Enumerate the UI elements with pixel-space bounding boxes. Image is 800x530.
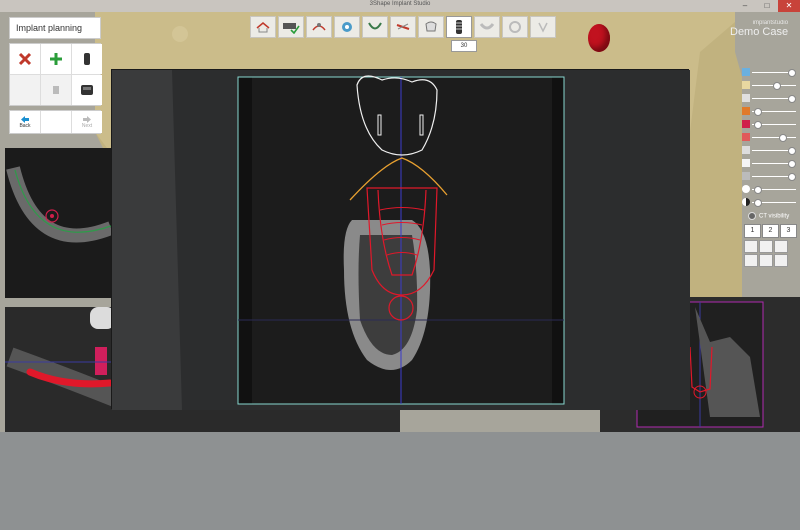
slider-track xyxy=(752,137,796,138)
layout-cube-icon[interactable] xyxy=(759,240,773,253)
maximize-button[interactable]: □ xyxy=(756,0,778,12)
slider-knob[interactable] xyxy=(788,160,797,168)
slider-knob[interactable] xyxy=(788,69,797,77)
marker-sphere[interactable] xyxy=(588,24,610,52)
view-tab-2[interactable]: 2 xyxy=(762,224,779,238)
home-icon[interactable] xyxy=(250,16,276,38)
next-label: Next xyxy=(81,122,93,129)
slider-scan[interactable] xyxy=(738,66,798,79)
workflow-toolbar xyxy=(250,16,556,38)
app-name: implantstudio xyxy=(752,20,789,26)
slider-knob[interactable] xyxy=(753,186,762,194)
slider-jaw[interactable] xyxy=(738,144,798,157)
crown-design-icon[interactable] xyxy=(390,16,416,38)
ct-icon xyxy=(742,133,750,141)
crown-icon xyxy=(742,94,750,102)
sleeve-icon xyxy=(742,120,750,128)
slider-knob[interactable] xyxy=(788,147,797,155)
empty-icon xyxy=(10,75,40,105)
slider-tooth[interactable] xyxy=(738,79,798,92)
slider-knob[interactable] xyxy=(788,95,797,103)
delete-icon[interactable] xyxy=(10,44,40,74)
sleeve-icon[interactable] xyxy=(502,16,528,38)
tooth-icon xyxy=(742,81,750,89)
close-button[interactable]: ✕ xyxy=(778,0,800,12)
add-implant-icon[interactable] xyxy=(41,44,71,74)
slider-knob[interactable] xyxy=(788,173,797,181)
bottom-area xyxy=(0,432,800,530)
jaw-icon xyxy=(742,146,750,154)
contrast-icon xyxy=(742,198,750,206)
case-label: Demo Case xyxy=(730,26,789,38)
layout-cube-icon[interactable] xyxy=(774,240,788,253)
layout-cube-icon[interactable] xyxy=(744,254,758,267)
jaw-icon[interactable] xyxy=(362,16,388,38)
toolbar-tooltip: 30 xyxy=(451,40,477,52)
brightness-icon xyxy=(742,185,750,193)
slider-knob[interactable] xyxy=(753,121,762,129)
slider-contrast[interactable] xyxy=(738,196,798,209)
tooltip-value: 30 xyxy=(460,43,468,49)
next-button[interactable]: Next xyxy=(72,111,102,133)
nerve-icon[interactable] xyxy=(306,16,332,38)
slider-knob[interactable] xyxy=(778,134,787,142)
abutment-icon[interactable] xyxy=(41,75,71,105)
tooth-outline-icon xyxy=(742,159,750,167)
panoramic-view[interactable] xyxy=(5,148,114,298)
layout-cube-icon[interactable] xyxy=(744,240,758,253)
layout-cube-icon[interactable] xyxy=(774,254,788,267)
view-tab-1[interactable]: 1 xyxy=(744,224,761,238)
case-info: implantstudio Demo Case xyxy=(730,20,788,38)
nav-spacer xyxy=(41,111,71,133)
back-label: Back xyxy=(19,122,31,129)
slider-nerve[interactable] xyxy=(738,170,798,183)
implant-planning-panel: Implant planning Back Next xyxy=(9,17,102,134)
tool-grid xyxy=(9,43,102,106)
implant-icon xyxy=(742,107,750,115)
minimize-button[interactable]: – xyxy=(734,0,756,12)
slider-ct[interactable] xyxy=(738,131,798,144)
slider-sleeve[interactable] xyxy=(738,118,798,131)
layout-buttons xyxy=(744,240,788,267)
implant-icon[interactable] xyxy=(446,16,472,38)
export-icon[interactable] xyxy=(530,16,556,38)
layout-cube-icon[interactable] xyxy=(759,254,773,267)
slider-knob[interactable] xyxy=(753,108,762,116)
guide-icon[interactable] xyxy=(474,16,500,38)
scan-icon xyxy=(742,68,750,76)
ct-visibility-toggle[interactable]: CT visibility xyxy=(748,212,789,220)
view-tabs: 1 2 3 xyxy=(744,224,797,238)
main-ct-view[interactable] xyxy=(111,69,690,410)
slider-crown[interactable] xyxy=(738,92,798,105)
scan-check-icon[interactable] xyxy=(278,16,304,38)
slider-tooth-outline[interactable] xyxy=(738,157,798,170)
visibility-panel xyxy=(738,66,798,209)
crown-icon[interactable] xyxy=(418,16,444,38)
slider-implant[interactable] xyxy=(738,105,798,118)
slider-knob[interactable] xyxy=(753,199,762,207)
navigation-bar: Back Next xyxy=(9,110,102,134)
ct-visibility-label: CT visibility xyxy=(759,213,790,220)
title-bar: 3Shape Implant Studio – □ ✕ xyxy=(0,0,800,12)
window-title: 3Shape Implant Studio xyxy=(369,1,431,7)
slider-knob[interactable] xyxy=(772,82,781,90)
panel-title: Implant planning xyxy=(9,17,101,39)
tooth-settings-icon[interactable] xyxy=(334,16,360,38)
nerve-icon xyxy=(742,172,750,180)
implant-small-icon[interactable] xyxy=(72,44,102,74)
back-button[interactable]: Back xyxy=(10,111,40,133)
sleeve-cylinder-icon[interactable] xyxy=(72,75,102,105)
view-tab-3[interactable]: 3 xyxy=(780,224,797,238)
slider-brightness[interactable] xyxy=(738,183,798,196)
